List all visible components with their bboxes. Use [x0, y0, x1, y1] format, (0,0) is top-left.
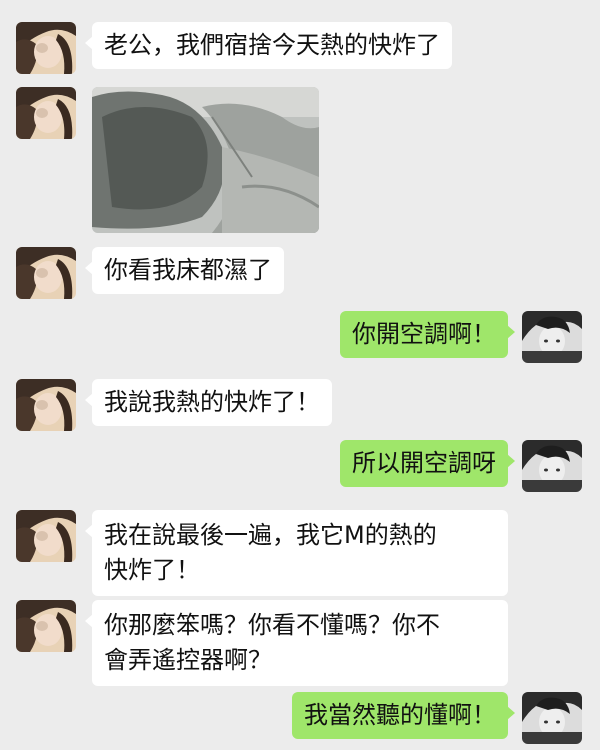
girl-avatar-icon[interactable] — [16, 379, 76, 431]
message-bubble[interactable]: 你那麼笨嗎？你看不懂嗎？你不 會弄遙控器啊？ — [85, 600, 508, 686]
shared-photo[interactable] — [92, 87, 319, 233]
girl-avatar-icon[interactable] — [16, 600, 76, 652]
girl-avatar-icon[interactable] — [16, 87, 76, 139]
message-bubble[interactable]: 老公，我們宿捨今天熱的快炸了 — [85, 22, 452, 69]
girl-avatar-icon[interactable] — [16, 510, 76, 562]
girl-avatar-icon[interactable] — [16, 22, 76, 74]
chat-thread: 老公，我們宿捨今天熱的快炸了 你看我床都濕了 你開空調啊！ 我說我熱的快炸了！ … — [0, 0, 600, 750]
message-bubble[interactable]: 你看我床都濕了 — [85, 247, 284, 294]
girl-avatar-icon[interactable] — [16, 247, 76, 299]
message-bubble[interactable]: 你開空調啊！ — [340, 311, 515, 358]
boy-avatar-icon[interactable] — [522, 311, 582, 363]
boy-avatar-icon[interactable] — [522, 440, 582, 492]
boy-avatar-icon[interactable] — [522, 692, 582, 744]
message-line: 快炸了！ — [104, 556, 200, 584]
message-line: 我在說最後一遍，我它M的熱的 — [104, 521, 437, 549]
message-bubble[interactable]: 我說我熱的快炸了！ — [85, 379, 332, 426]
message-bubble[interactable]: 所以開空調呀 — [340, 440, 515, 487]
message-line: 你那麼笨嗎？你看不懂嗎？你不 — [104, 611, 440, 639]
message-bubble[interactable]: 我在說最後一遍，我它M的熱的 快炸了！ — [85, 510, 508, 596]
message-bubble[interactable]: 我當然聽的懂啊！ — [292, 692, 515, 739]
message-line: 會弄遙控器啊？ — [104, 646, 272, 674]
